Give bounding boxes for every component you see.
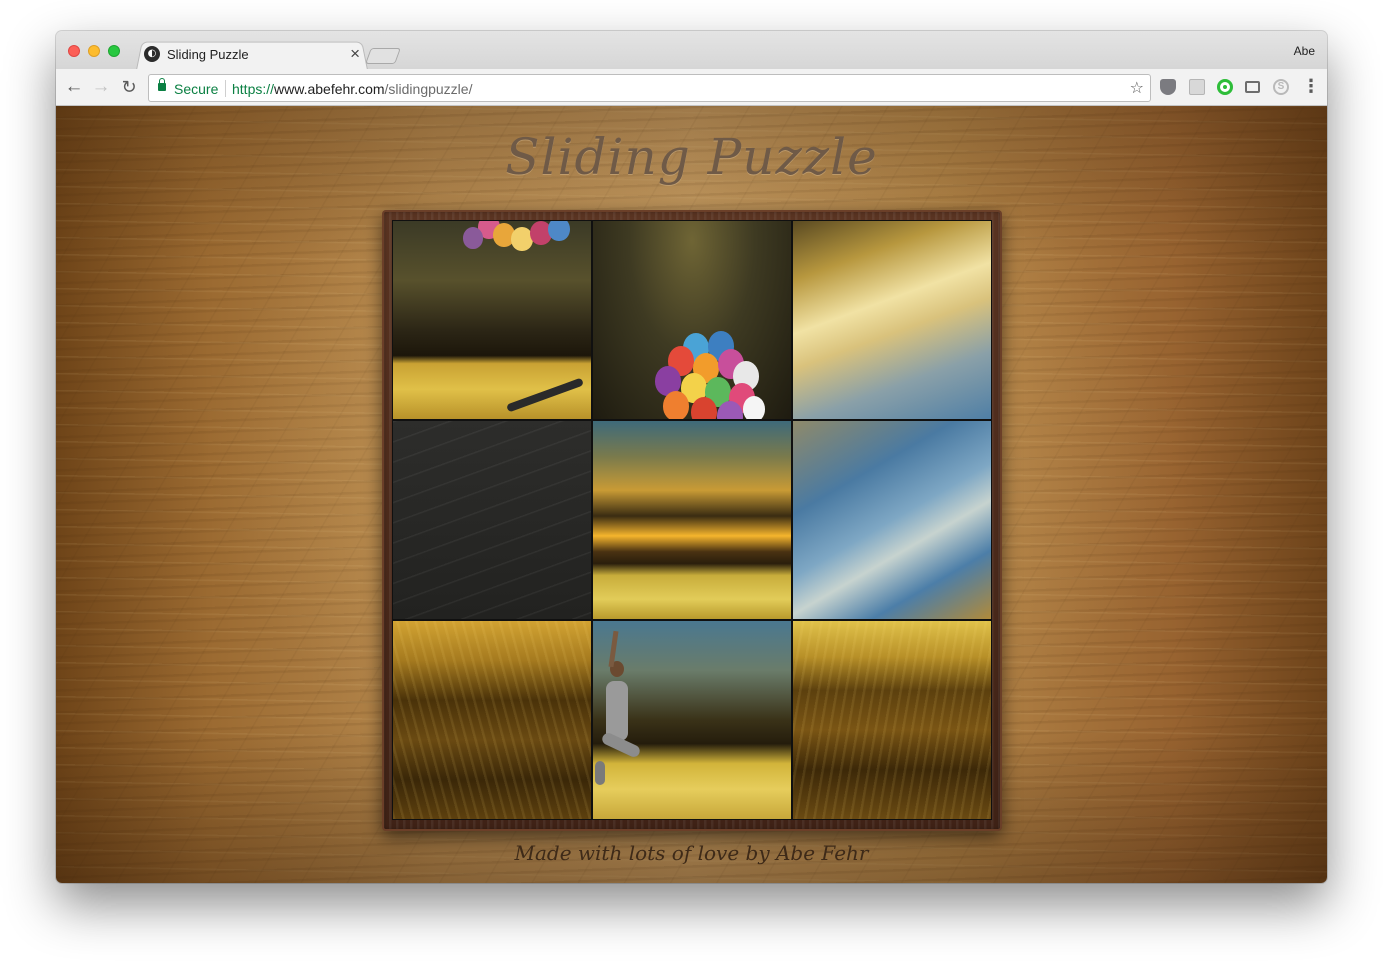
bookmark-star-icon[interactable]: ☆ xyxy=(1130,78,1144,98)
puzzle-tile[interactable] xyxy=(592,420,792,620)
close-window-button[interactable] xyxy=(68,45,80,57)
tab-content: ◐ Sliding Puzzle × xyxy=(144,44,364,68)
puzzle-tile[interactable] xyxy=(792,420,992,620)
shield-extension-icon[interactable] xyxy=(1160,79,1176,95)
doc-extension-icon[interactable] xyxy=(1189,79,1205,95)
lock-icon xyxy=(158,78,166,91)
tab-strip: ◐ Sliding Puzzle × Abe xyxy=(56,31,1327,70)
url-host: www.abefehr.com xyxy=(274,81,385,97)
url-divider xyxy=(225,80,226,97)
profile-name[interactable]: Abe xyxy=(1294,44,1315,58)
footer-credit: Made with lots of love by Abe Fehr xyxy=(514,841,869,865)
address-bar[interactable]: Secure https://www.abefehr.com/slidingpu… xyxy=(148,74,1151,102)
menu-icon[interactable]: ⋮ xyxy=(1302,77,1320,95)
minimize-window-button[interactable] xyxy=(88,45,100,57)
zoom-window-button[interactable] xyxy=(108,45,120,57)
puzzle-tile[interactable] xyxy=(592,220,792,420)
puzzle-empty-slot xyxy=(392,420,592,620)
puzzle-tile[interactable] xyxy=(792,220,992,420)
tab-close-icon[interactable]: × xyxy=(350,44,360,64)
tab-title: Sliding Puzzle xyxy=(167,47,249,62)
url-scheme: https:// xyxy=(232,81,275,97)
back-icon[interactable]: ← xyxy=(63,76,85,98)
browser-toolbar: ← → ↻ Secure https://www.abefehr.com/sli… xyxy=(56,69,1327,106)
favicon-icon: ◐ xyxy=(144,46,160,62)
new-tab-button[interactable] xyxy=(365,48,401,64)
puzzle-tile[interactable] xyxy=(392,620,592,820)
browser-window: ◐ Sliding Puzzle × Abe ← → ↻ Secure http… xyxy=(56,31,1327,883)
puzzle-frame xyxy=(382,210,1002,831)
url-text[interactable]: https://www.abefehr.com/slidingpuzzle/ xyxy=(232,81,472,97)
skype-extension-icon[interactable]: S xyxy=(1273,79,1289,95)
puzzle-tile[interactable] xyxy=(392,220,592,420)
puzzle-board xyxy=(392,220,992,820)
forward-icon[interactable]: → xyxy=(90,76,112,98)
reload-icon[interactable]: ↻ xyxy=(118,76,140,98)
url-path: /slidingpuzzle/ xyxy=(384,81,473,97)
cast-icon[interactable] xyxy=(1245,81,1260,93)
puzzle-tile[interactable] xyxy=(592,620,792,820)
page-content: Sliding Puzzle Made with lots of love by… xyxy=(56,106,1327,883)
secure-label: Secure xyxy=(174,81,219,97)
puzzle-tile[interactable] xyxy=(792,620,992,820)
green-extension-icon[interactable] xyxy=(1217,79,1233,95)
page-title: Sliding Puzzle xyxy=(505,128,878,186)
